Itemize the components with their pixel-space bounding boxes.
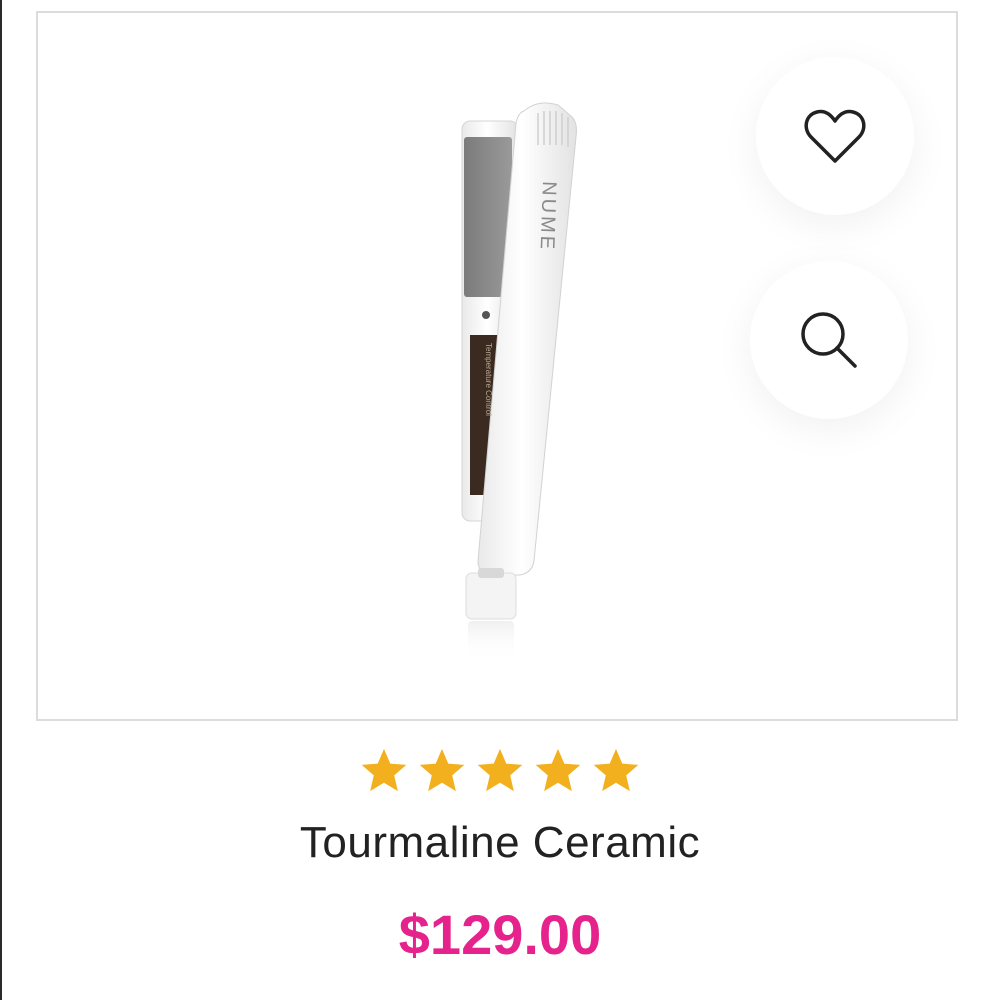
product-price: $129.00: [398, 903, 602, 966]
star-rating: [0, 745, 1000, 797]
star-icon: [535, 748, 581, 792]
star-icon: [419, 748, 465, 792]
heart-outline-icon: [804, 109, 866, 163]
star-icon: [593, 748, 639, 792]
quick-view-button[interactable]: [750, 261, 908, 419]
brand-mark: NUME: [536, 181, 560, 253]
magnifier-icon: [801, 312, 857, 368]
star-icon: [361, 748, 407, 792]
wishlist-button[interactable]: [756, 57, 914, 215]
star-icon: [477, 748, 523, 792]
control-label: Temperature Control: [484, 343, 493, 416]
product-name[interactable]: Tourmaline Ceramic: [0, 818, 1000, 868]
product-card[interactable]: NUME Temperature Control: [36, 11, 958, 721]
